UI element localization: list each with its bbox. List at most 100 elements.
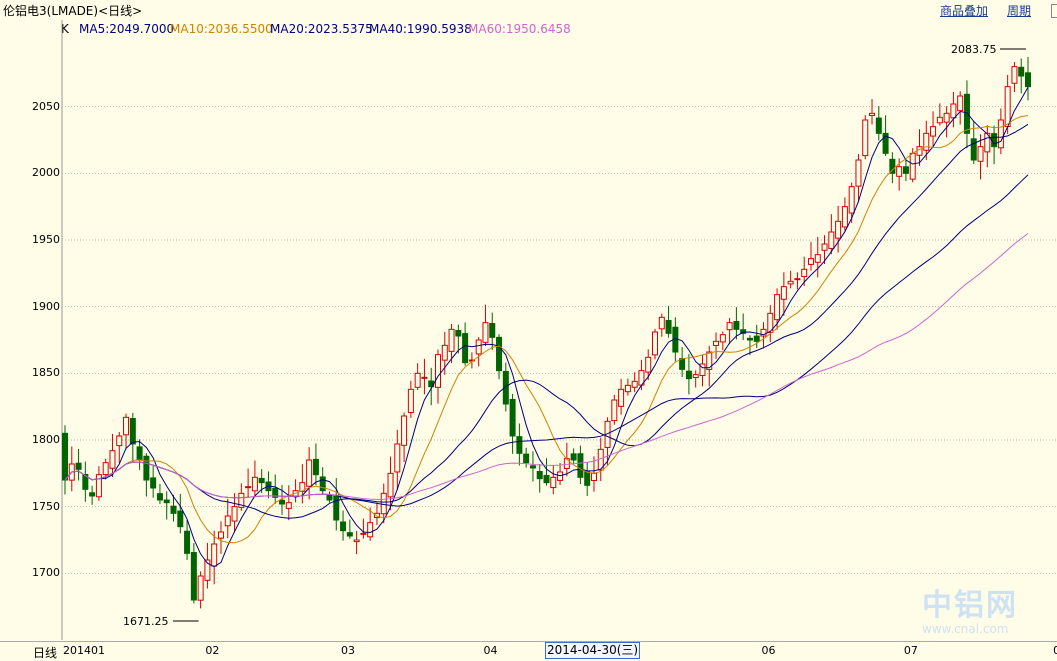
candle-down-body <box>523 453 530 464</box>
candle-down-body <box>665 319 672 334</box>
candle-down-body <box>516 436 523 454</box>
candle-down-body <box>746 337 753 341</box>
x-tick-label: 06 <box>761 644 776 657</box>
x-tick-label: 02 <box>205 644 220 657</box>
candle-up-body <box>285 502 292 509</box>
x-tick-label: 03 <box>341 644 356 657</box>
candle-up-body <box>692 374 699 379</box>
candle-up-body <box>977 146 984 162</box>
candle-up-body <box>658 316 665 330</box>
candle-down-body <box>1025 72 1031 88</box>
candle-up-body <box>916 146 923 156</box>
cursor-date-label: 2014-04-30(三) <box>545 642 641 659</box>
candle-down-body <box>129 418 136 445</box>
y-tick-label: 1900 <box>32 299 60 313</box>
candlestick-plot[interactable] <box>0 0 1057 660</box>
candle-up-body <box>550 476 557 489</box>
candle-up-body <box>957 95 964 112</box>
candle-up-body <box>360 532 367 535</box>
chart-window: 伦铝电3(LMADE)<日线> 商品叠加 周期 K MA5:2049.7000 … <box>0 0 1057 661</box>
candle-up-body <box>794 278 801 281</box>
ma5-line <box>64 86 1029 568</box>
candle-down-body <box>489 322 496 338</box>
candle-down-body <box>753 335 760 342</box>
candle-up-body <box>950 103 957 119</box>
candle-up-body <box>618 388 625 407</box>
candle-up-body <box>896 166 903 177</box>
candle-up-body <box>930 126 937 137</box>
y-tick-label: 1950 <box>32 233 60 246</box>
candle-up-body <box>828 231 835 249</box>
low-annotation: 1671.25 <box>123 615 169 628</box>
candle-up-body <box>943 112 950 123</box>
candle-down-body <box>455 330 462 337</box>
candle-up-body <box>814 254 821 263</box>
candle-up-body <box>482 322 489 343</box>
candle-up-body <box>1004 86 1011 128</box>
candle-up-body <box>611 399 618 422</box>
watermark-logo: 中铝网 <box>922 588 1018 623</box>
candle-up-body <box>590 472 597 482</box>
candle-up-body <box>109 450 116 469</box>
candle-down-body <box>509 398 516 437</box>
candle-up-body <box>441 344 448 361</box>
candle-down-body <box>319 476 326 492</box>
candle-down-body <box>150 477 157 489</box>
candle-up-body <box>821 243 828 251</box>
candle-down-body <box>89 492 96 497</box>
candle-up-body <box>801 268 808 278</box>
candle-up-body <box>645 356 652 373</box>
candle-up-body <box>631 380 638 388</box>
candle-up-body <box>367 522 374 538</box>
candle-down-body <box>62 432 68 481</box>
candle-down-body <box>143 455 150 481</box>
candle-up-body <box>909 152 916 180</box>
candle-up-body <box>394 443 401 473</box>
y-tick-label: 1700 <box>32 566 60 580</box>
candle-down-body <box>584 471 591 486</box>
candle-up-body <box>835 220 842 239</box>
candle-down-body <box>170 505 177 514</box>
candle-down-body <box>190 552 197 601</box>
candle-up-body <box>936 116 943 124</box>
candle-down-body <box>543 474 550 484</box>
candle-up-body <box>862 119 869 157</box>
y-tick-label: 2050 <box>32 99 60 113</box>
candle-down-body <box>902 166 909 174</box>
candle-down-body <box>991 133 998 148</box>
candle-down-body <box>177 510 184 528</box>
candle-up-body <box>251 476 258 492</box>
candle-down-body <box>156 493 163 501</box>
candle-down-body <box>577 453 584 478</box>
candle-down-body <box>258 477 265 484</box>
candle-up-body <box>306 459 313 487</box>
candle-up-body <box>719 334 726 343</box>
candle-down-body <box>279 499 286 505</box>
x-tick-label: 07 <box>903 644 918 657</box>
candle-down-body <box>963 93 970 134</box>
time-axis-bar <box>0 641 1057 661</box>
candle-up-body <box>245 486 252 489</box>
candle-up-body <box>787 280 794 285</box>
candle-down-body <box>1018 66 1025 77</box>
candle-up-body <box>713 340 720 346</box>
candle-up-body <box>869 112 876 116</box>
candle-up-body <box>231 506 238 522</box>
candle-up-body <box>217 531 224 539</box>
candle-up-body <box>774 294 781 321</box>
candle-up-body <box>407 388 414 414</box>
candle-down-body <box>462 333 469 364</box>
candle-up-body <box>102 462 109 476</box>
candle-down-body <box>163 499 170 504</box>
candle-up-body <box>652 331 659 356</box>
x-tick-label: 08 <box>1053 644 1057 657</box>
watermark-url: www.cnal.com <box>922 622 1009 636</box>
x-tick-label: 201401 <box>63 644 105 657</box>
candle-up-body <box>1011 66 1018 84</box>
candle-up-body <box>353 539 360 543</box>
high-annotation: 2083.75 <box>951 43 997 56</box>
candle-up-body <box>197 575 204 601</box>
candle-up-body <box>624 384 631 393</box>
candle-up-body <box>997 119 1004 149</box>
candle-up-body <box>401 415 408 446</box>
